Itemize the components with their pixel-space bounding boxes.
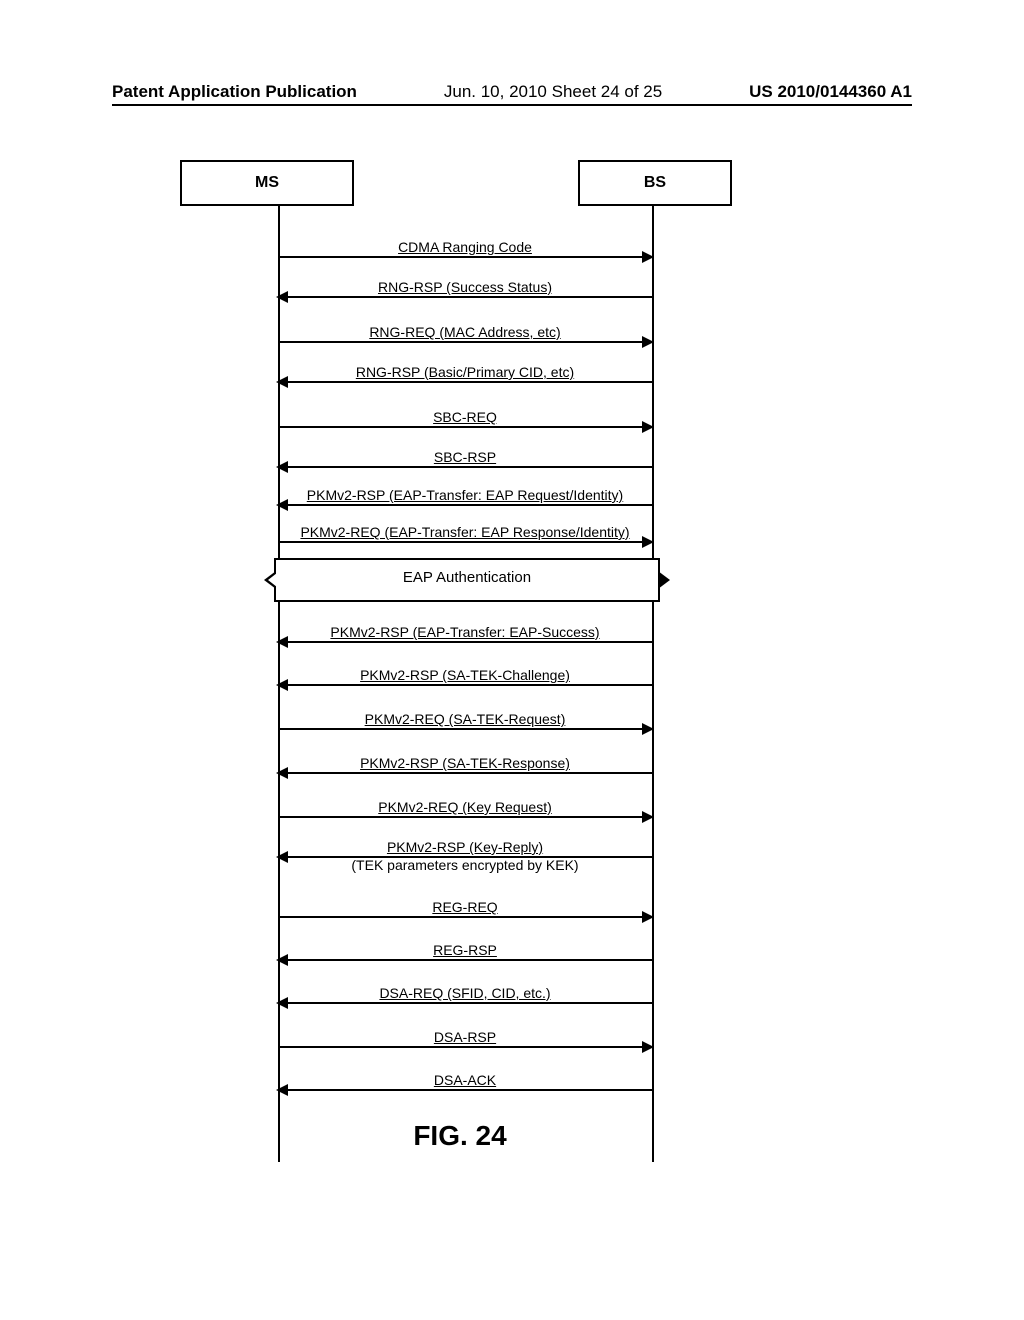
arrow-left-icon: [278, 856, 652, 858]
actor-bs-label: BS: [644, 174, 666, 192]
message-row: DSA-ACK: [278, 1073, 652, 1091]
message-row: PKMv2-RSP (EAP-Transfer: EAP Request/Ide…: [278, 488, 652, 506]
message-row: RNG-RSP (Success Status): [278, 280, 652, 298]
arrow-left-icon: [278, 684, 652, 686]
message-label: PKMv2-REQ (SA-TEK-Request): [278, 712, 652, 728]
message-label: CDMA Ranging Code: [278, 240, 652, 256]
actor-bs: BS: [578, 160, 732, 206]
eap-label: EAP Authentication: [403, 569, 531, 586]
actor-ms: MS: [180, 160, 354, 206]
arrow-left-icon: [278, 772, 652, 774]
message-label: PKMv2-RSP (SA-TEK-Challenge): [278, 668, 652, 684]
eap-left-arrow-icon: [268, 573, 277, 587]
message-label: SBC-RSP: [278, 450, 652, 466]
figure-caption: FIG. 24: [180, 1120, 740, 1152]
sequence-diagram: MS BS CDMA Ranging Code RNG-RSP (Success …: [180, 160, 740, 1170]
message-row: SBC-REQ: [278, 410, 652, 428]
arrow-right-icon: [278, 426, 652, 428]
actor-ms-label: MS: [255, 174, 279, 192]
arrow-right-icon: [278, 541, 652, 543]
header-mid: Jun. 10, 2010 Sheet 24 of 25: [444, 82, 662, 102]
message-label: DSA-REQ (SFID, CID, etc.): [278, 986, 652, 1002]
message-label: PKMv2-RSP (SA-TEK-Response): [278, 756, 652, 772]
message-row: SBC-RSP: [278, 450, 652, 468]
message-row: PKMv2-REQ (Key Request): [278, 800, 652, 818]
message-row: DSA-RSP: [278, 1030, 652, 1048]
eap-auth-box: EAP Authentication: [274, 558, 660, 602]
figure-caption-text: FIG. 24: [413, 1120, 506, 1151]
arrow-right-icon: [278, 916, 652, 918]
message-row: PKMv2-RSP (EAP-Transfer: EAP-Success): [278, 625, 652, 643]
message-label: PKMv2-RSP (Key-Reply): [278, 840, 652, 856]
message-row: PKMv2-REQ (SA-TEK-Request): [278, 712, 652, 730]
message-row: PKMv2-REQ (EAP-Transfer: EAP Response/Id…: [278, 525, 652, 543]
message-label: RNG-RSP (Success Status): [278, 280, 652, 296]
message-row: RNG-RSP (Basic/Primary CID, etc): [278, 365, 652, 383]
message-row: PKMv2-RSP (SA-TEK-Challenge): [278, 668, 652, 686]
arrow-right-icon: [278, 728, 652, 730]
arrow-left-icon: [278, 1002, 652, 1004]
message-row: REG-RSP: [278, 943, 652, 961]
header-rule: [112, 104, 912, 106]
arrow-right-icon: [278, 816, 652, 818]
arrow-left-icon: [278, 1089, 652, 1091]
message-label: SBC-REQ: [278, 410, 652, 426]
message-label: RNG-REQ (MAC Address, etc): [278, 325, 652, 341]
arrow-left-icon: [278, 296, 652, 298]
message-label: REG-REQ: [278, 900, 652, 916]
message-label: REG-RSP: [278, 943, 652, 959]
message-label: PKMv2-REQ (Key Request): [278, 800, 652, 816]
message-label: DSA-ACK: [278, 1073, 652, 1089]
message-row: REG-REQ: [278, 900, 652, 918]
message-row: PKMv2-RSP (Key-Reply) (TEK parameters enc…: [278, 840, 652, 874]
arrow-left-icon: [278, 466, 652, 468]
message-note: (TEK parameters encrypted by KEK): [278, 858, 652, 873]
message-label: PKMv2-RSP (EAP-Transfer: EAP Request/Ide…: [278, 488, 652, 504]
eap-right-arrow-icon: [657, 573, 666, 587]
header-left: Patent Application Publication: [112, 82, 357, 102]
page-header: Patent Application Publication Jun. 10, …: [0, 82, 1024, 102]
message-row: RNG-REQ (MAC Address, etc): [278, 325, 652, 343]
message-row: PKMv2-RSP (SA-TEK-Response): [278, 756, 652, 774]
message-label: RNG-RSP (Basic/Primary CID, etc): [278, 365, 652, 381]
header-right: US 2010/0144360 A1: [749, 82, 912, 102]
arrow-right-icon: [278, 256, 652, 258]
arrow-left-icon: [278, 959, 652, 961]
arrow-left-icon: [278, 641, 652, 643]
arrow-right-icon: [278, 1046, 652, 1048]
message-label: PKMv2-RSP (EAP-Transfer: EAP-Success): [278, 625, 652, 641]
arrow-left-icon: [278, 381, 652, 383]
page: { "header": { "left": "Patent Applicatio…: [0, 0, 1024, 1320]
message-row: CDMA Ranging Code: [278, 240, 652, 258]
message-label: PKMv2-REQ (EAP-Transfer: EAP Response/Id…: [278, 525, 652, 541]
arrow-left-icon: [278, 504, 652, 506]
message-row: DSA-REQ (SFID, CID, etc.): [278, 986, 652, 1004]
arrow-right-icon: [278, 341, 652, 343]
message-label: DSA-RSP: [278, 1030, 652, 1046]
